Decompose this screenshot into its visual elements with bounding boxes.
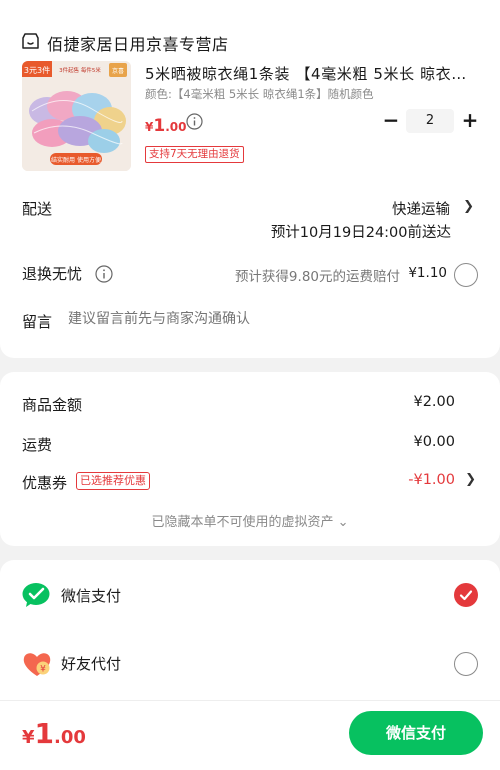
- return-worry-free-price: ¥1.10: [408, 265, 447, 281]
- note-input[interactable]: [68, 311, 468, 327]
- product-spec[interactable]: 颜色:【4毫米粗 5米长 晾衣绳1条】随机颜色: [145, 86, 374, 102]
- product-price: ¥1.00: [145, 116, 186, 136]
- delivery-label: 配送: [22, 200, 53, 218]
- info-icon[interactable]: [95, 265, 113, 283]
- delivery-eta: 预计10月19日24:00前送达: [270, 225, 451, 241]
- refund-policy-tag: 支持7天无理由退货: [145, 146, 244, 163]
- order-card: 佰捷家居日用京喜专营店 3元3件 3件起售 每件5米 京喜 结实耐用 使用方便 …: [0, 0, 500, 358]
- total-integer: 1: [34, 717, 55, 750]
- shop-name[interactable]: 佰捷家居日用京喜专营店: [47, 31, 229, 55]
- svg-text:¥: ¥: [40, 665, 46, 675]
- price-summary-card: 商品金额 ¥2.00 运费 ¥0.00 优惠券 已选推荐优惠 -¥1.00 ❯ …: [0, 372, 500, 546]
- friend-pay-icon: ¥: [23, 653, 51, 676]
- payment-radio[interactable]: [454, 652, 478, 676]
- shipping-fee-label: 运费: [22, 436, 53, 454]
- total-symbol: ¥: [22, 727, 35, 748]
- payment-option-label[interactable]: 好友代付: [61, 653, 121, 674]
- chevron-right-icon[interactable]: ❯: [465, 472, 476, 487]
- thumb-stamp: 京喜: [112, 67, 124, 75]
- payment-option-label[interactable]: 微信支付: [61, 585, 121, 606]
- product-image: 3元3件 3件起售 每件5米 京喜 结实耐用 使用方便: [22, 61, 131, 171]
- payment-card: 微信支付 ¥ 好友代付: [0, 560, 500, 700]
- store-icon: [22, 33, 39, 49]
- quantity-value[interactable]: 2: [406, 109, 454, 133]
- thumb-caption: 结实耐用 使用方便: [51, 156, 101, 164]
- product-thumbnail[interactable]: 3元3件 3件起售 每件5米 京喜 结实耐用 使用方便: [22, 61, 131, 171]
- wechat-pay-icon: [22, 583, 50, 607]
- chevron-right-icon[interactable]: ❯: [463, 199, 474, 214]
- coupon-tag: 已选推荐优惠: [76, 472, 150, 490]
- shipping-fee-value: ¥0.00: [413, 434, 455, 450]
- goods-amount-label: 商品金额: [22, 396, 83, 414]
- hidden-assets-toggle[interactable]: 已隐藏本单不可使用的虚拟资产 ⌄: [0, 511, 500, 530]
- total-price: ¥1.00: [22, 717, 86, 750]
- return-worry-free-label: 退换无忧: [22, 265, 83, 283]
- return-worry-free-radio[interactable]: [454, 263, 478, 287]
- price-info-icon[interactable]: [186, 113, 203, 130]
- check-icon: [459, 590, 473, 601]
- quantity-increase-button[interactable]: +: [461, 110, 479, 130]
- price-integer: 1: [153, 116, 166, 136]
- return-worry-free-desc: 预计获得9.80元的运费赔付: [234, 269, 400, 285]
- quantity-decrease-button[interactable]: −: [382, 110, 400, 130]
- coupon-value[interactable]: -¥1.00: [408, 472, 455, 488]
- goods-amount-value: ¥2.00: [413, 394, 455, 410]
- checkout-bar: ¥1.00 微信支付: [0, 700, 500, 770]
- total-decimal: .00: [54, 727, 86, 748]
- delivery-method[interactable]: 快递运输: [392, 198, 450, 219]
- payment-selected-check[interactable]: [454, 583, 478, 607]
- thumb-badge-left: 3元3件: [24, 65, 50, 75]
- price-decimal: .00: [165, 120, 187, 134]
- coupon-label: 优惠券: [22, 474, 68, 492]
- product-title[interactable]: 5米晒被晾衣绳1条装 【4毫米粗 5米长 晾衣绳1条】: [145, 63, 480, 84]
- thumb-badge-mid: 3件起售 每件5米: [59, 66, 101, 74]
- submit-payment-button[interactable]: 微信支付: [349, 711, 483, 755]
- note-label: 留言: [22, 313, 53, 331]
